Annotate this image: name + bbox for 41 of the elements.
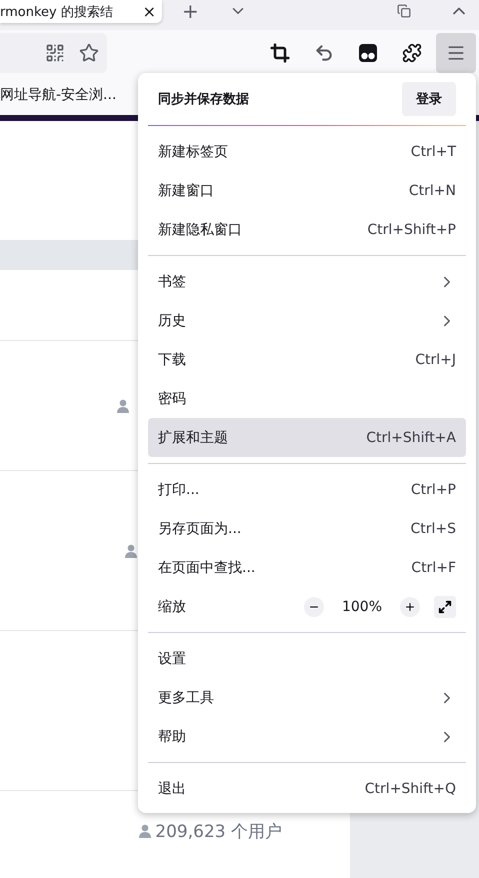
mask-icon[interactable] bbox=[358, 42, 378, 62]
menu-item[interactable]: 扩展和主题 Ctrl+Shift+A bbox=[148, 418, 466, 457]
browser-tab[interactable]: rmonkey 的搜索结 × bbox=[0, 0, 162, 23]
puzzle-icon[interactable] bbox=[402, 42, 422, 62]
menu-heading: 同步并保存数据 bbox=[158, 90, 249, 108]
bookmark-item[interactable]: 网址导航-安全浏... bbox=[0, 86, 116, 104]
qr-code-icon[interactable] bbox=[45, 42, 65, 62]
menu-item-label: 缩放 bbox=[158, 598, 186, 616]
zoom-level: 100% bbox=[340, 598, 383, 614]
tab-title: rmonkey 的搜索结 bbox=[0, 4, 113, 20]
star-icon[interactable] bbox=[79, 42, 99, 62]
user-icon bbox=[138, 824, 152, 838]
menu-item[interactable]: 书签 bbox=[148, 262, 466, 301]
sign-in-button[interactable]: 登录 bbox=[402, 82, 456, 116]
expand-icon bbox=[438, 600, 452, 614]
fullscreen-button[interactable] bbox=[434, 596, 456, 618]
undo-icon[interactable] bbox=[314, 42, 334, 62]
plus-icon bbox=[404, 600, 416, 612]
new-tab-button[interactable]: + bbox=[182, 0, 199, 22]
menu-item[interactable]: 在页面中查找... Ctrl+F bbox=[148, 548, 466, 587]
menu-item[interactable]: 新建隐私窗口 Ctrl+Shift+P bbox=[148, 210, 466, 249]
zoom-in-button[interactable] bbox=[400, 596, 420, 616]
menu-item[interactable]: 历史 bbox=[148, 301, 466, 340]
menu-button[interactable] bbox=[436, 32, 476, 72]
crop-icon[interactable] bbox=[270, 42, 290, 62]
user-count: 209,623 个用户 bbox=[155, 820, 282, 842]
restore-icon[interactable] bbox=[396, 4, 411, 18]
user-icon bbox=[124, 544, 138, 558]
menu-item[interactable]: 更多工具 bbox=[148, 678, 466, 717]
menu-item[interactable]: 打印... Ctrl+P bbox=[148, 470, 466, 509]
user-icon bbox=[116, 398, 130, 412]
menu-item[interactable]: 帮助 bbox=[148, 717, 466, 756]
close-icon[interactable]: × bbox=[142, 2, 156, 21]
menu-item[interactable]: 另存页面为... Ctrl+S bbox=[148, 509, 466, 548]
menu-item[interactable]: 下载 Ctrl+J bbox=[148, 340, 466, 379]
menu-item[interactable]: 退出 Ctrl+Shift+Q bbox=[148, 769, 466, 808]
menu-item[interactable]: 新建窗口 Ctrl+N bbox=[148, 171, 466, 210]
address-bar[interactable] bbox=[0, 32, 107, 72]
menu-item[interactable]: 密码 bbox=[148, 379, 466, 418]
menu-item[interactable]: 新建标签页 Ctrl+T bbox=[148, 132, 466, 171]
menu-item[interactable]: 设置 bbox=[148, 639, 466, 678]
